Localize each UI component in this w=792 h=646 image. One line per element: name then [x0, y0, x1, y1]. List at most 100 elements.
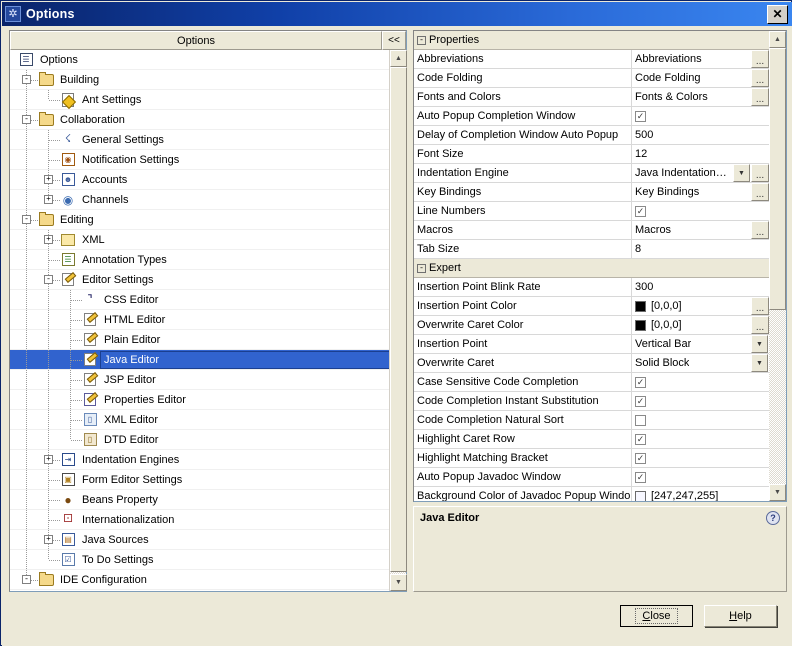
property-checkbox[interactable]: ✓ [635, 110, 646, 122]
property-checkbox[interactable]: ✓ [635, 205, 646, 217]
property-row-line-numbers[interactable]: Line Numbers ✓ [414, 202, 769, 221]
property-value[interactable]: Java Indentation En... ▼... [632, 164, 769, 182]
properties-vertical-scrollbar[interactable]: ▲ ▼ [769, 31, 786, 501]
property-row-insertion-point-blink-rate[interactable]: Insertion Point Blink Rate 300 [414, 278, 769, 297]
tree-item-properties-editor[interactable]: Properties Editor [10, 390, 389, 410]
property-value[interactable]: [0,0,0]... [632, 316, 769, 334]
options-column-header[interactable]: Options [10, 31, 382, 50]
property-value[interactable] [632, 411, 769, 429]
property-row-indentation-engine[interactable]: Indentation EngineJava Indentation En...… [414, 164, 769, 183]
property-editor-button[interactable]: ... [751, 183, 769, 201]
property-row-overwrite-caret-color[interactable]: Overwrite Caret Color [0,0,0]... [414, 316, 769, 335]
property-checkbox[interactable]: ✓ [635, 376, 646, 388]
tree-item-xml-editor[interactable]: ▯ XML Editor [10, 410, 389, 430]
property-editor-button[interactable]: ... [751, 50, 769, 68]
tree-item-to-do-settings[interactable]: ☑ To Do Settings [10, 550, 389, 570]
tree-item-options[interactable]: ☰ Options [10, 50, 389, 70]
tree-item-java-sources[interactable]: + ▤ Java Sources [10, 530, 389, 550]
tree-item-indentation-engines[interactable]: + ⇥ Indentation Engines [10, 450, 389, 470]
color-swatch[interactable] [635, 300, 646, 312]
property-row-font-size[interactable]: Font Size 12 [414, 145, 769, 164]
property-value[interactable]: Macros... [632, 221, 769, 239]
property-editor-button[interactable]: ... [751, 88, 769, 106]
tree-item-collaboration[interactable]: - Collaboration [10, 110, 389, 130]
property-editor-button[interactable]: ... [751, 164, 769, 182]
property-value[interactable]: ✓ [632, 430, 769, 448]
tree-item-dtd-editor[interactable]: ▯ DTD Editor [10, 430, 389, 450]
tree-item-ant-settings[interactable]: Ant Settings [10, 90, 389, 110]
tree-item-annotation-types[interactable]: ☰ Annotation Types [10, 250, 389, 270]
chevron-down-icon[interactable]: ▼ [751, 354, 768, 372]
tree-item-internationalization[interactable]: ⚀ Internationalization [10, 510, 389, 530]
property-value[interactable]: Vertical Bar ▼ [632, 335, 769, 353]
close-icon[interactable]: ✕ [767, 4, 788, 24]
tree-scroll-up-button[interactable]: ▲ [390, 50, 407, 67]
tree-item-jsp-editor[interactable]: JSP Editor [10, 370, 389, 390]
help-button[interactable]: Help [704, 605, 777, 627]
tree-item-general-settings[interactable]: ☇ General Settings [10, 130, 389, 150]
property-row-auto-popup-completion-window[interactable]: Auto Popup Completion Window ✓ [414, 107, 769, 126]
property-row-highlight-caret-row[interactable]: Highlight Caret Row ✓ [414, 430, 769, 449]
property-editor-button[interactable]: ... [751, 69, 769, 87]
tree-item-ide-configuration[interactable]: - IDE Configuration [10, 570, 389, 590]
tree-vertical-scrollbar[interactable]: ▲ ▼ [389, 50, 407, 591]
property-row-auto-popup-javadoc-window[interactable]: Auto Popup Javadoc Window ✓ [414, 468, 769, 487]
property-value[interactable]: Abbreviations... [632, 50, 769, 68]
tree-item-css-editor[interactable]: ⌝ CSS Editor [10, 290, 389, 310]
tree-item-html-editor[interactable]: HTML Editor [10, 310, 389, 330]
property-value[interactable]: 500 [632, 126, 769, 144]
property-value[interactable]: Code Folding... [632, 69, 769, 87]
tree-item-building[interactable]: - Building [10, 70, 389, 90]
property-value[interactable]: ✓ [632, 202, 769, 220]
property-value[interactable]: ✓ [632, 392, 769, 410]
property-group-toggle[interactable]: - [417, 35, 426, 45]
property-row-delay-of-completion-window-auto-popup[interactable]: Delay of Completion Window Auto Popup 500 [414, 126, 769, 145]
property-checkbox[interactable]: ✓ [635, 395, 646, 407]
property-value[interactable]: ✓ [632, 107, 769, 125]
property-group-properties[interactable]: - Properties [414, 31, 769, 50]
tree-item-xml[interactable]: + XML [10, 230, 389, 250]
tree-collapse-toggle[interactable]: - [44, 275, 53, 284]
tree-item-accounts[interactable]: + ☻ Accounts [10, 170, 389, 190]
tree-collapse-toggle[interactable]: - [22, 575, 31, 584]
tree-item-beans-property[interactable]: ● Beans Property [10, 490, 389, 510]
property-value[interactable]: [247,247,255] [632, 487, 769, 501]
property-value[interactable]: ✓ [632, 373, 769, 391]
tree-item-notification-settings[interactable]: ◉ Notification Settings [10, 150, 389, 170]
property-value[interactable]: 300 [632, 278, 769, 296]
tree-scroll-down-button[interactable]: ▼ [390, 574, 407, 591]
tree-scroll-thumb[interactable] [390, 67, 407, 572]
property-editor-button[interactable]: ... [751, 297, 769, 315]
tree-item-channels[interactable]: + ◉ Channels [10, 190, 389, 210]
properties-scroll-down-button[interactable]: ▼ [769, 484, 786, 501]
property-checkbox[interactable]: ✓ [635, 471, 646, 483]
close-button[interactable]: Close [620, 605, 693, 627]
tree-item-form-editor-settings[interactable]: ▣ Form Editor Settings [10, 470, 389, 490]
tree-collapse-toggle[interactable]: - [22, 215, 31, 224]
property-row-insertion-point-color[interactable]: Insertion Point Color [0,0,0]... [414, 297, 769, 316]
property-row-fonts-and-colors[interactable]: Fonts and Colors Fonts & Colors... [414, 88, 769, 107]
property-value[interactable]: Fonts & Colors... [632, 88, 769, 106]
tree-item-editing[interactable]: - Editing [10, 210, 389, 230]
property-group-toggle[interactable]: - [417, 263, 426, 273]
property-value[interactable]: 8 [632, 240, 769, 258]
property-row-abbreviations[interactable]: Abbreviations Abbreviations... [414, 50, 769, 69]
property-group-expert[interactable]: - Expert [414, 259, 769, 278]
properties-scroll-up-button[interactable]: ▲ [769, 31, 786, 48]
tree-item-editor-settings[interactable]: - Editor Settings [10, 270, 389, 290]
chevron-down-icon[interactable]: ▼ [751, 335, 768, 353]
property-value[interactable]: ✓ [632, 449, 769, 467]
tree-expand-toggle[interactable]: + [44, 175, 53, 184]
tree-item-plain-editor[interactable]: Plain Editor [10, 330, 389, 350]
property-row-code-completion-natural-sort[interactable]: Code Completion Natural Sort [414, 411, 769, 430]
tree-collapse-toggle[interactable]: - [22, 115, 31, 124]
property-value[interactable]: 12 [632, 145, 769, 163]
property-row-overwrite-caret[interactable]: Overwrite Caret Solid Block ▼ [414, 354, 769, 373]
property-value[interactable]: ✓ [632, 468, 769, 486]
color-swatch[interactable] [635, 319, 646, 331]
property-row-key-bindings[interactable]: Key Bindings Key Bindings... [414, 183, 769, 202]
collapse-all-button[interactable]: << [382, 31, 406, 50]
tree-expand-toggle[interactable]: + [44, 455, 53, 464]
property-value[interactable]: Solid Block ▼ [632, 354, 769, 372]
property-row-macros[interactable]: Macros Macros... [414, 221, 769, 240]
